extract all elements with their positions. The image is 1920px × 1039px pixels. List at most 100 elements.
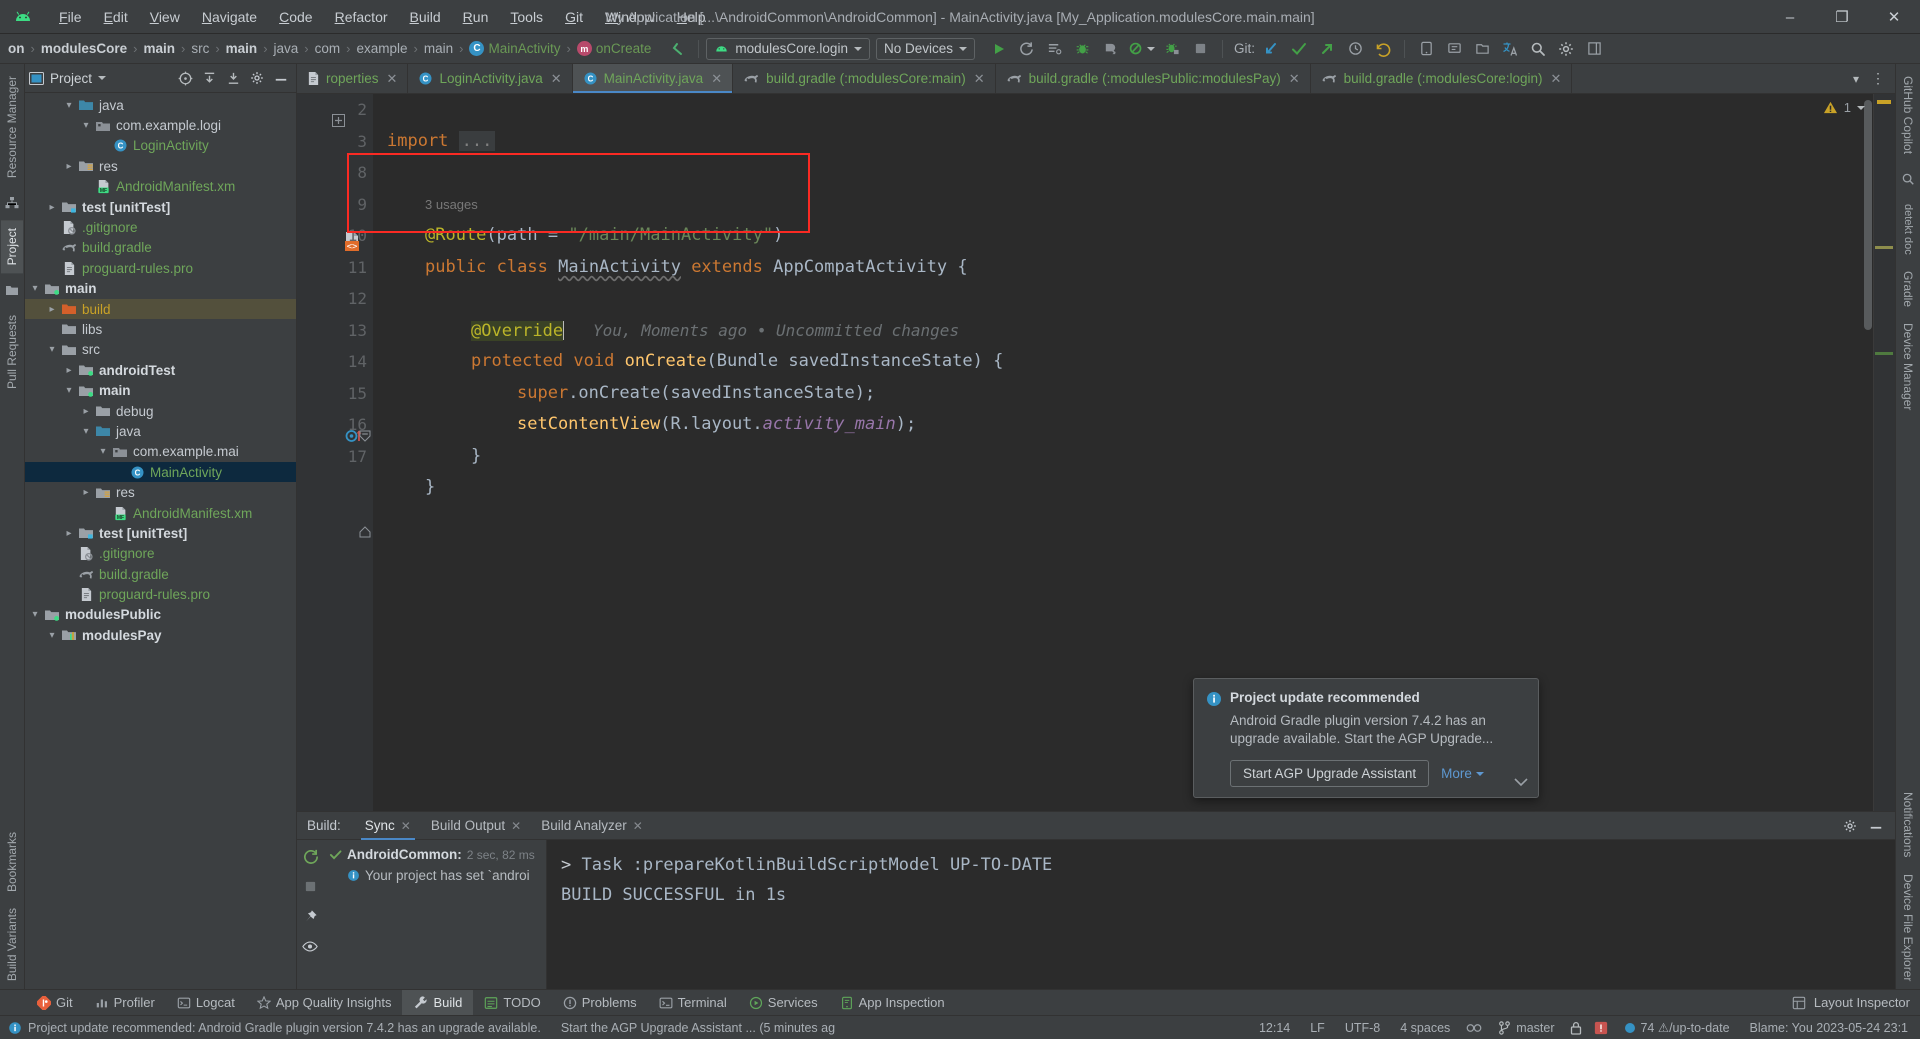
menu-item-refactor[interactable]: Refactor [324, 6, 399, 28]
editor-tab-mainactivity-java[interactable]: C MainActivity.java ✕ [572, 64, 734, 93]
tree-node-main[interactable]: ▾ main [25, 279, 296, 299]
tree-node-build-gradle[interactable]: build.gradle [25, 238, 296, 258]
build-tab-build-output[interactable]: Build Output ✕ [421, 812, 531, 840]
chevron-right-icon[interactable]: ▸ [44, 304, 60, 315]
chevron-down-icon[interactable]: ▾ [61, 385, 77, 396]
run-configuration-selector[interactable]: modulesCore.login [706, 37, 870, 60]
stripe-tab-gradle[interactable]: Gradle [1897, 263, 1919, 315]
folder-icon[interactable] [3, 281, 21, 299]
line-number[interactable]: 10 [297, 220, 373, 252]
bottom-tab-services[interactable]: Services [738, 990, 829, 1016]
stripe-tab-notifications[interactable]: Notifications [1897, 784, 1919, 865]
tree-node-test-unittest-[interactable]: ▸ test [unitTest] [25, 197, 296, 217]
tree-node-res[interactable]: ▸ res [25, 156, 296, 176]
breadcrumb-item-main[interactable]: main [222, 39, 262, 58]
layout-grid-icon[interactable] [1580, 37, 1608, 61]
stripe-tab-detekt-doc[interactable]: detekt doc [1898, 196, 1918, 263]
build-settings-gear-icon[interactable] [1839, 815, 1861, 837]
breadcrumb-item-com[interactable]: com [311, 39, 345, 58]
code-line[interactable]: @Override You, Moments ago • Uncommitted… [387, 315, 1895, 347]
menu-item-window[interactable]: Window [594, 6, 666, 28]
eye-toggle-icon[interactable] [300, 936, 320, 956]
line-number[interactable]: 9 [297, 189, 373, 221]
close-build-tab-icon[interactable]: ✕ [401, 819, 411, 833]
more-link[interactable]: More [1441, 766, 1484, 781]
start-agp-upgrade-assistant-button[interactable]: Start AGP Upgrade Assistant [1230, 760, 1430, 787]
chevron-down-icon[interactable]: ▾ [27, 283, 43, 294]
structure-tree-icon[interactable] [3, 194, 21, 212]
breadcrumb-item-on[interactable]: on [4, 39, 29, 58]
close-tab-icon[interactable]: ✕ [1551, 71, 1562, 87]
close-tab-icon[interactable]: ✕ [711, 71, 722, 87]
tree-node-main[interactable]: ▾ main [25, 380, 296, 400]
push-icon[interactable] [1313, 37, 1341, 61]
menu-item-view[interactable]: View [139, 6, 191, 28]
build-result-row[interactable]: AndroidCommon: 2 sec, 82 ms [323, 844, 546, 865]
build-output-console[interactable]: > Task :prepareKotlinBuildScriptModel UP… [547, 840, 1895, 989]
chevron-right-icon[interactable]: ▸ [44, 202, 60, 213]
error-stripe-bar[interactable] [1873, 94, 1895, 811]
menu-item-run[interactable]: Run [452, 6, 500, 28]
minimize-build-panel-icon[interactable] [1865, 815, 1887, 837]
chevron-down-icon[interactable]: ▾ [44, 344, 60, 355]
breadcrumb-item-src[interactable]: src [187, 39, 213, 58]
code-content[interactable]: import ... 3 usages @Route(path = "/main/M… [373, 94, 1895, 811]
line-separator[interactable]: LF [1306, 1019, 1329, 1037]
tree-node-src[interactable]: ▾ src [25, 340, 296, 360]
line-number[interactable]: 12 [297, 283, 373, 315]
stripe-tab-build-variants[interactable]: Build Variants [1, 900, 23, 989]
chevron-down-icon[interactable] [98, 76, 107, 80]
line-number[interactable]: 3 [297, 126, 373, 158]
editor-vertical-scrollbar[interactable] [1864, 100, 1872, 330]
layout-inspector-label[interactable]: Layout Inspector [1814, 995, 1910, 1010]
line-number[interactable]: 13 [297, 315, 373, 347]
menu-item-help[interactable]: Help [666, 6, 717, 28]
line-number[interactable]: 15 [297, 378, 373, 410]
commit-icon[interactable] [1285, 37, 1313, 61]
tree-node-proguard-rules-pro[interactable]: proguard-rules.pro [25, 584, 296, 604]
chevron-right-icon[interactable]: ▸ [61, 528, 77, 539]
tree-node-java[interactable]: ▾ java [25, 421, 296, 441]
code-line[interactable]: protected void onCreate(Bundle savedInst… [387, 346, 1895, 378]
stripe-tab-resource-manager[interactable]: Resource Manager [1, 68, 23, 186]
tree-node-com-example-mai[interactable]: ▾ com.example.mai [25, 442, 296, 462]
bottom-tab-profiler[interactable]: Profiler [84, 990, 166, 1016]
chevron-right-icon[interactable]: ▸ [78, 406, 94, 417]
chevron-down-icon[interactable]: ▾ [78, 120, 94, 131]
breadcrumb-item-MainActivity[interactable]: C MainActivity [465, 39, 564, 58]
line-number[interactable]: 17 [297, 441, 373, 473]
menu-item-navigate[interactable]: Navigate [191, 6, 268, 28]
editor-tab-build-gradle-modulescore-main-[interactable]: build.gradle (:modulesCore:main) ✕ [733, 64, 996, 93]
bottom-tab-problems[interactable]: Problems [552, 990, 648, 1016]
menu-item-tools[interactable]: Tools [499, 6, 554, 28]
tree-node-modulespublic[interactable]: ▾ modulesPublic [25, 605, 296, 625]
chevron-right-icon[interactable]: ▸ [78, 487, 94, 498]
hide-panel-icon[interactable] [270, 67, 292, 89]
tree-node-build-gradle[interactable]: build.gradle [25, 564, 296, 584]
close-tab-icon[interactable]: ✕ [551, 71, 562, 87]
translate-icon[interactable] [1496, 37, 1524, 61]
stripe-tab-project[interactable]: Project [1, 220, 23, 274]
close-button[interactable]: ✕ [1868, 0, 1920, 34]
chevron-down-icon[interactable]: ▾ [44, 630, 60, 641]
project-panel-title-group[interactable]: Project [29, 71, 107, 86]
menu-item-build[interactable]: Build [399, 6, 452, 28]
tree-node-debug[interactable]: ▸ debug [25, 401, 296, 421]
chevron-down-icon[interactable] [1857, 105, 1865, 110]
stripe-tab-device-file-explorer[interactable]: Device File Explorer [1897, 866, 1919, 989]
project-file-tree[interactable]: ▾ java ▾ com.example.logi C LoginActivity ▸ res… [25, 93, 296, 989]
code-editor[interactable]: <> 2 3 8 9 10 11 12 13 14 15 16 17 impor… [297, 94, 1895, 811]
stripe-tab-copilot[interactable]: GitHub Copilot [1897, 68, 1919, 162]
tree-node-res[interactable]: ▸ res [25, 482, 296, 502]
close-build-tab-icon[interactable]: ✕ [511, 819, 521, 833]
line-number[interactable]: 16 [297, 409, 373, 441]
run-button[interactable] [985, 37, 1013, 61]
code-line[interactable]: super.onCreate(savedInstanceState); [387, 378, 1895, 410]
settings-gear-icon[interactable] [1552, 37, 1580, 61]
fold-collapse-icon[interactable] [359, 526, 371, 538]
breadcrumb-item-main[interactable]: main [420, 39, 457, 58]
line-number[interactable]: 14 [297, 346, 373, 378]
tree-node-build[interactable]: ▸ build [25, 298, 296, 320]
lock-icon[interactable] [1570, 1021, 1582, 1035]
tree-node--gitignore[interactable]: .gitignore [25, 544, 296, 564]
